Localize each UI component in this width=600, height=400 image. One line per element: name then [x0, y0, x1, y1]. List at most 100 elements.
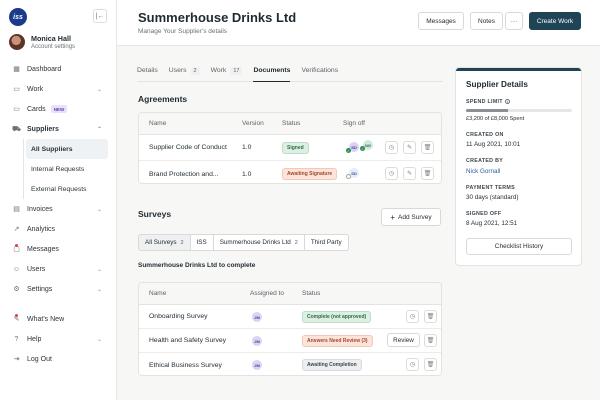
sidebar-item-work[interactable]: ▭ Work ⌄ — [0, 79, 116, 99]
table-row[interactable]: Supplier Code of Conduct 1.0 Signed SD ✓… — [139, 135, 441, 161]
create-work-button[interactable]: Create Work — [529, 12, 581, 30]
tab-bar: Details Users 2 Work 17 Documents Verifica… — [137, 63, 443, 82]
tab-label: Documents — [253, 67, 291, 74]
column-header-status: Status — [282, 120, 301, 127]
folder-icon: ▭ — [13, 86, 20, 93]
assignee-avatar: JM — [252, 360, 262, 370]
sidebar-item-label: Settings — [27, 285, 53, 293]
trash-icon[interactable]: 🗑 — [421, 141, 434, 154]
filter-label: ISS — [196, 239, 207, 246]
table-row[interactable]: Onboarding Survey JM Complete (not appro… — [139, 305, 441, 329]
sidebar-item-label: Cards — [27, 105, 46, 113]
sidebar-item-logout[interactable]: ⇥ Log Out — [0, 349, 116, 369]
table-row[interactable]: Brand Protection and... 1.0 Awaiting Sig… — [139, 161, 441, 183]
filter-all-surveys[interactable]: All Surveys 2 — [139, 235, 191, 250]
edit-icon[interactable]: ✎ — [403, 141, 416, 154]
chevron-down-icon: ⌄ — [96, 86, 102, 93]
column-header-name: Name — [149, 290, 167, 297]
spend-progress-bar — [466, 109, 572, 112]
sidebar-item-users[interactable]: ☺ Users ⌄ — [0, 259, 116, 279]
plus-icon: + — [390, 212, 396, 222]
suppliers-submenu: All Suppliers Internal Requests External… — [23, 139, 116, 199]
sidebar-nav: ▦ Dashboard ▭ Work ⌄ ▭ Cards NEW ⛟ Suppl… — [0, 59, 116, 369]
created-by-label: CREATED BY — [466, 158, 504, 164]
pending-icon — [346, 174, 351, 179]
history-icon[interactable]: ◷ — [385, 141, 398, 154]
signed-off-label: SIGNED OFF — [466, 211, 502, 217]
sidebar-item-whats-new[interactable]: ✎ What's New — [0, 309, 116, 329]
sidebar-item-label: Dashboard — [27, 65, 62, 73]
filter-summerhouse[interactable]: Summerhouse Drinks Ltd 2 — [214, 235, 305, 250]
filter-count: 2 — [294, 239, 298, 246]
tab-details[interactable]: Details — [137, 63, 158, 81]
sidebar-item-label: What's New — [27, 315, 65, 323]
trash-icon[interactable]: 🗑 — [424, 334, 437, 347]
spend-progress-fill — [466, 109, 509, 112]
created-on-label: CREATED ON — [466, 132, 504, 138]
column-header-status: Status — [302, 290, 321, 297]
status-badge: Answers Need Review (3) — [302, 334, 373, 347]
table-row[interactable]: Health and Safety Survey JM Answers Need… — [139, 329, 441, 353]
trash-icon[interactable]: 🗑 — [424, 358, 437, 371]
agreement-version: 1.0 — [242, 170, 252, 178]
unread-dot — [15, 244, 18, 247]
tab-count: 17 — [230, 67, 243, 75]
signed-off-value: 8 Aug 2021, 12:51 — [466, 220, 518, 227]
sidebar-item-dashboard[interactable]: ▦ Dashboard — [0, 59, 116, 79]
history-icon[interactable]: ◷ — [406, 310, 419, 323]
collapse-sidebar-button[interactable]: |← — [93, 9, 107, 23]
surveys-table: Name Assigned to Status Onboarding Surve… — [138, 282, 442, 376]
spend-limit-label: SPEND LIMIT i — [466, 99, 510, 105]
users-icon: ☺ — [12, 265, 21, 273]
avatar — [9, 34, 25, 50]
tab-documents[interactable]: Documents — [253, 63, 291, 82]
sidebar-item-help[interactable]: ? Help ⌄ — [0, 329, 116, 349]
column-header-name: Name — [149, 120, 167, 127]
check-icon: ✓ — [346, 148, 351, 153]
chevron-up-icon: ⌃ — [96, 126, 102, 133]
more-options-button[interactable]: ··· — [505, 12, 523, 30]
messages-button[interactable]: Messages — [418, 12, 464, 30]
history-icon[interactable]: ◷ — [406, 358, 419, 371]
history-icon[interactable]: ◷ — [385, 167, 398, 180]
tab-count: 2 — [190, 67, 200, 75]
review-button[interactable]: Review — [387, 333, 420, 347]
filter-count: 2 — [180, 239, 184, 246]
created-by-link[interactable]: Nick Gornall — [466, 168, 500, 175]
tab-verifications[interactable]: Verifications — [301, 63, 338, 81]
add-survey-button[interactable]: + Add Survey — [381, 208, 441, 226]
tab-work[interactable]: Work 17 — [211, 63, 243, 81]
sidebar-item-cards[interactable]: ▭ Cards NEW — [0, 99, 116, 119]
column-header-assigned: Assigned to — [250, 290, 284, 297]
tab-users[interactable]: Users 2 — [169, 63, 200, 81]
sidebar-item-external-requests[interactable]: External Requests — [24, 179, 116, 199]
status-badge: Awaiting Completion — [302, 359, 362, 371]
iss-logo[interactable]: iss — [9, 8, 27, 26]
add-survey-label: Add Survey — [398, 213, 432, 221]
sidebar-item-label: Work — [27, 85, 44, 93]
created-on-value: 11 Aug 2021, 10:01 — [466, 141, 521, 148]
user-account[interactable]: Monica Hall Account settings — [9, 34, 75, 50]
tab-label: Users — [168, 67, 187, 74]
info-icon[interactable]: i — [504, 99, 510, 105]
agreement-version: 1.0 — [242, 144, 252, 151]
sidebar-item-suppliers[interactable]: ⛟ Suppliers ⌃ — [0, 119, 116, 139]
sidebar-item-invoices[interactable]: ▤ Invoices ⌄ — [0, 199, 116, 219]
sidebar-item-messages[interactable]: ▢ Messages — [0, 239, 116, 259]
chevron-down-icon: ⌄ — [96, 206, 102, 213]
trash-icon[interactable]: 🗑 — [424, 310, 437, 323]
sidebar-item-analytics[interactable]: ↗ Analytics — [0, 219, 116, 239]
account-settings-link[interactable]: Account settings — [31, 44, 75, 50]
page-header: Summerhouse Drinks Ltd Manage Your Suppl… — [117, 0, 600, 46]
notes-button[interactable]: Notes — [470, 12, 503, 30]
edit-icon[interactable]: ✎ — [403, 167, 416, 180]
table-header: Name Version Status Sign off — [139, 113, 441, 135]
filter-iss[interactable]: ISS — [191, 235, 214, 250]
trash-icon[interactable]: 🗑 — [421, 167, 434, 180]
table-row[interactable]: Ethical Business Survey JM Awaiting Comp… — [139, 353, 441, 375]
checklist-history-button[interactable]: Checklist History — [466, 238, 572, 255]
sidebar-item-all-suppliers[interactable]: All Suppliers — [26, 139, 108, 159]
filter-third-party[interactable]: Third Party — [305, 235, 348, 250]
sidebar-item-internal-requests[interactable]: Internal Requests — [24, 159, 116, 179]
sidebar-item-settings[interactable]: ⚙ Settings ⌄ — [0, 279, 116, 299]
